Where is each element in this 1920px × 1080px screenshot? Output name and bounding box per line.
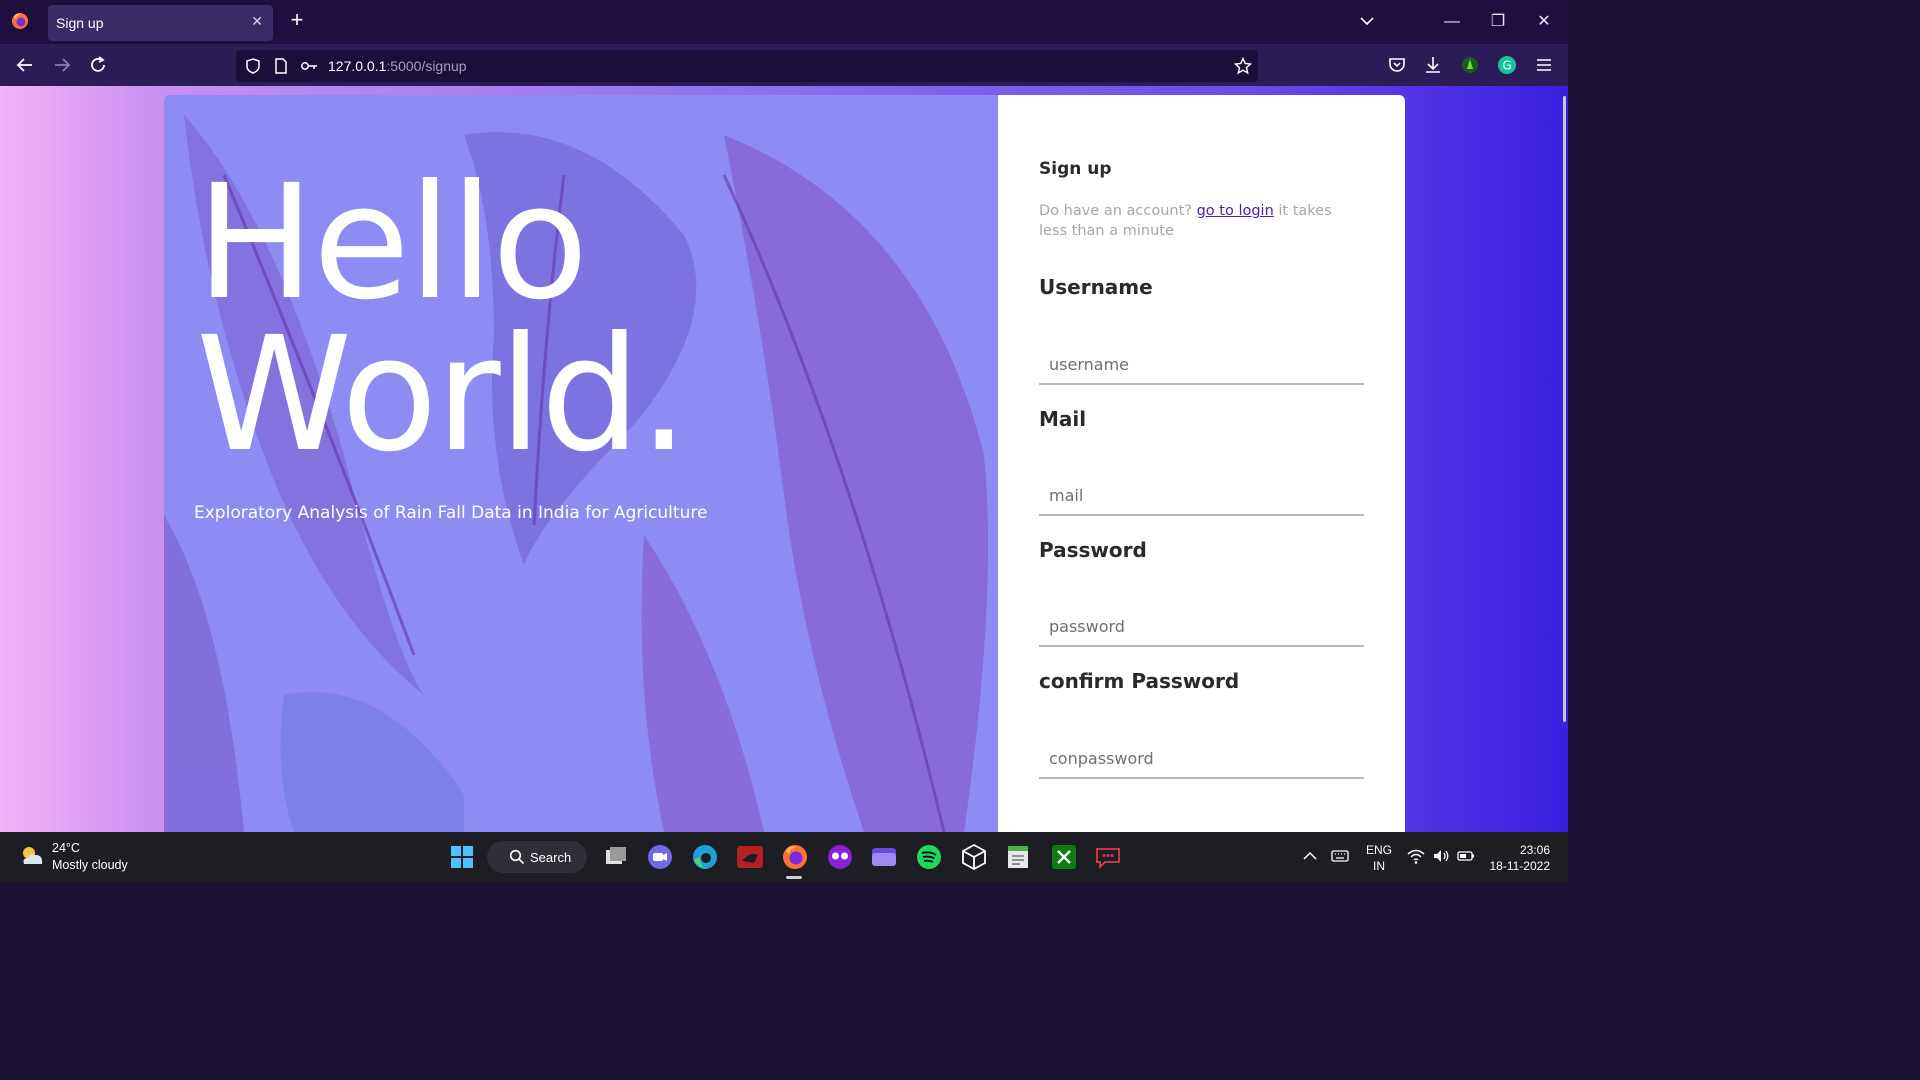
lang-line-1: ENG	[1366, 843, 1393, 857]
mail-label: Mail	[1039, 407, 1087, 431]
xbox-icon[interactable]	[1050, 843, 1078, 871]
hero-panel: Hello World. Exploratory Analysis of Rai…	[164, 95, 998, 832]
new-tab-icon[interactable]: +	[286, 9, 308, 31]
search-icon	[509, 849, 525, 865]
xampp-icon[interactable]	[736, 843, 764, 871]
page-viewport: Hello World. Exploratory Analysis of Rai…	[0, 86, 1568, 832]
keyboard-icon[interactable]	[1330, 846, 1350, 866]
browser-nav-bar: 127.0.0.1:5000/signup G	[0, 44, 1568, 86]
svg-text:G: G	[1502, 59, 1511, 73]
form-heading: Sign up	[1039, 159, 1112, 179]
username-input[interactable]	[1039, 345, 1364, 385]
wifi-icon[interactable]	[1406, 846, 1426, 866]
battery-icon[interactable]	[1456, 846, 1476, 866]
login-prompt: Do have an account? go to login it takes…	[1039, 201, 1359, 241]
active-app-indicator	[786, 876, 802, 879]
confirm-password-input[interactable]	[1039, 739, 1364, 779]
page-scrollbar[interactable]	[1563, 96, 1566, 722]
chevron-up-icon[interactable]	[1300, 846, 1320, 866]
back-arrow-icon[interactable]	[13, 53, 37, 77]
chat-icon[interactable]	[1094, 843, 1122, 871]
spotify-icon[interactable]	[915, 843, 943, 871]
forward-arrow-icon[interactable]	[50, 53, 74, 77]
taskbar: 24°C Mostly cloudy Search ENG IN 23:06 1…	[0, 832, 1568, 882]
minimize-icon[interactable]: —	[1440, 10, 1464, 34]
password-input[interactable]	[1039, 607, 1364, 647]
page-icon[interactable]	[272, 57, 290, 75]
firefox-menu-icon[interactable]	[10, 11, 30, 31]
windows-start-icon[interactable]	[448, 843, 476, 871]
browser-tab-bar: Sign up ✕ + — ❐ ✕	[0, 0, 1568, 44]
close-window-icon[interactable]: ✕	[1532, 10, 1556, 34]
hero-line-2: World.	[196, 303, 689, 487]
unity-icon[interactable]	[960, 843, 988, 871]
notepad-icon[interactable]	[1004, 843, 1032, 871]
language-indicator[interactable]: ENG IN	[1366, 842, 1392, 874]
key-icon[interactable]	[300, 57, 318, 75]
mail-input[interactable]	[1039, 476, 1364, 516]
bookmark-star-icon[interactable]	[1234, 57, 1252, 75]
extension-green-icon[interactable]	[1459, 54, 1481, 76]
download-icon[interactable]	[1422, 54, 1444, 76]
tab-sign-up[interactable]: Sign up ✕	[48, 5, 273, 41]
zoom-icon[interactable]	[646, 843, 674, 871]
weather-cloud-icon[interactable]	[18, 842, 46, 870]
restore-icon[interactable]: ❐	[1486, 10, 1510, 34]
task-view-icon[interactable]	[602, 843, 630, 871]
login-prompt-before: Do have an account?	[1039, 203, 1197, 219]
username-label: Username	[1039, 275, 1153, 299]
hamburger-menu-icon[interactable]	[1533, 54, 1555, 76]
grammarly-icon[interactable]: G	[1496, 54, 1518, 76]
confirm-password-label: confirm Password	[1039, 669, 1240, 693]
reload-icon[interactable]	[86, 53, 110, 77]
go-to-login-link[interactable]: go to login	[1197, 203, 1274, 219]
hero-heading: Hello World.	[196, 151, 689, 487]
clock[interactable]: 23:06 18-11-2022	[1488, 842, 1551, 874]
chevron-down-icon[interactable]	[1357, 11, 1377, 31]
clock-date: 18-11-2022	[1489, 859, 1551, 873]
password-label: Password	[1039, 538, 1147, 562]
taskbar-search[interactable]: Search	[487, 841, 587, 873]
weather-description: Mostly cloudy	[52, 858, 128, 872]
url-path: :5000/signup	[386, 58, 467, 74]
hero-line-1: Hello	[196, 151, 588, 335]
clock-time: 23:06	[1519, 843, 1550, 857]
folder-app-icon[interactable]	[870, 843, 898, 871]
pocket-icon[interactable]	[1386, 54, 1408, 76]
signup-form-panel: Sign up Do have an account? go to login …	[998, 95, 1405, 832]
tab-title: Sign up	[56, 15, 104, 31]
edge-icon[interactable]	[691, 843, 719, 871]
hero-subtitle: Exploratory Analysis of Rain Fall Data i…	[194, 503, 708, 523]
volume-icon[interactable]	[1431, 846, 1451, 866]
weather-temperature: 24°C	[52, 841, 80, 855]
search-label: Search	[530, 850, 572, 865]
address-bar[interactable]: 127.0.0.1:5000/signup	[236, 50, 1258, 82]
shield-icon[interactable]	[244, 57, 262, 75]
lang-line-2: IN	[1373, 859, 1385, 873]
tab-close-icon[interactable]: ✕	[251, 13, 263, 30]
url-text[interactable]: 127.0.0.1:5000/signup	[328, 58, 467, 74]
firefox-icon[interactable]	[781, 843, 809, 871]
url-host: 127.0.0.1	[328, 58, 387, 74]
app-mask-icon[interactable]	[826, 843, 854, 871]
